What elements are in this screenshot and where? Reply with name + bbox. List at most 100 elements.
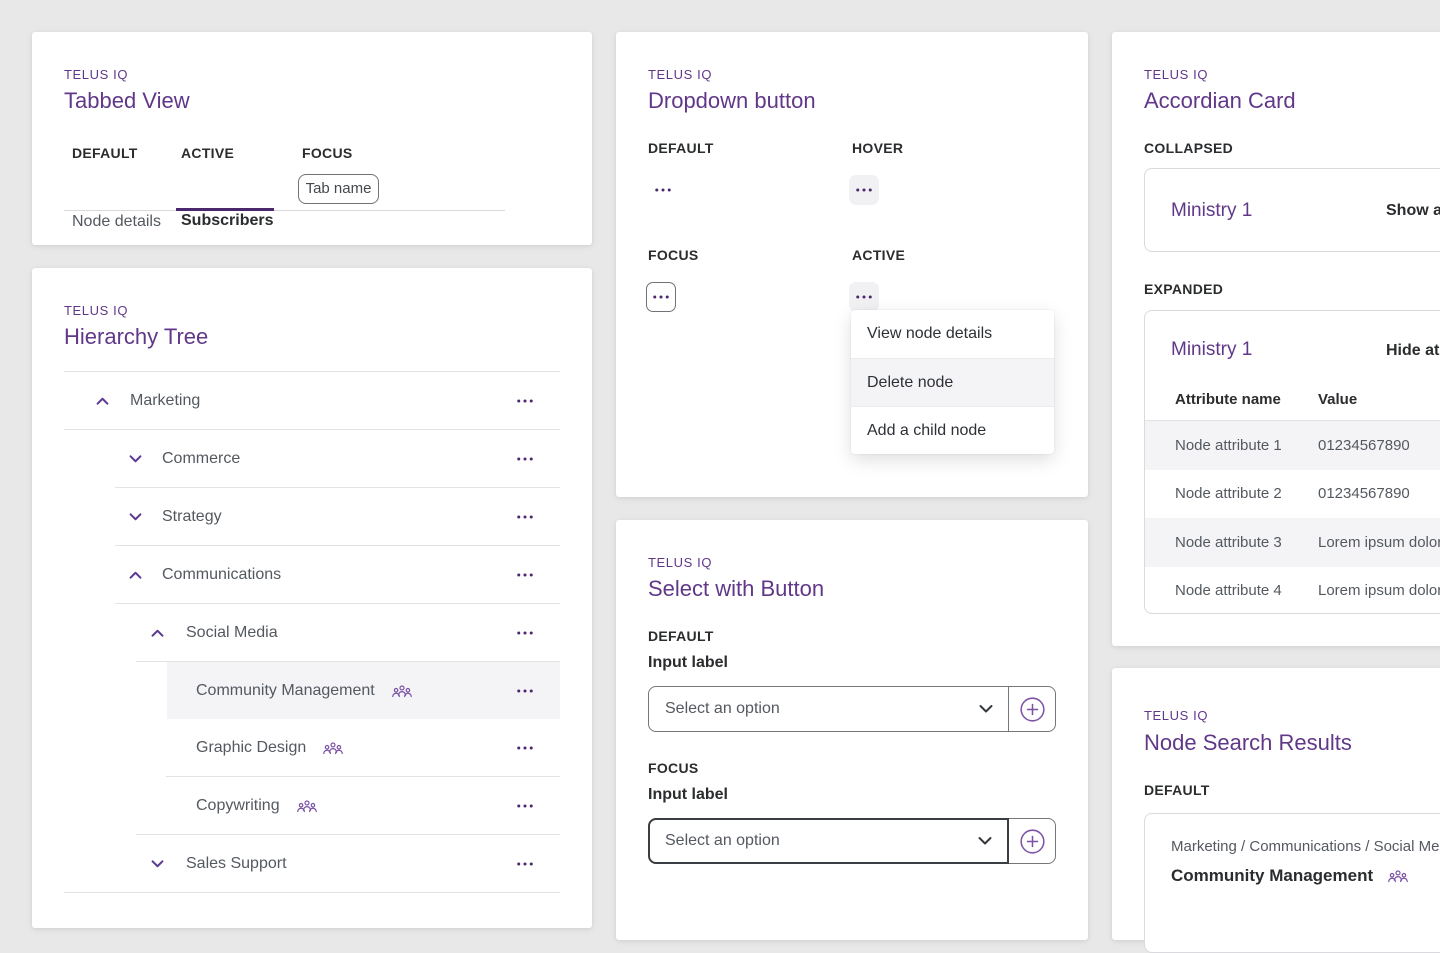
select-placeholder: Select an option xyxy=(665,700,780,718)
table-row: Node attribute 1 01234567890 xyxy=(1145,421,1440,470)
chevron-up-icon[interactable] xyxy=(95,396,110,405)
menu-item-delete-node[interactable]: Delete node xyxy=(851,358,1054,406)
card-hierarchy-tree: TELUS IQ Hierarchy Tree Marketing Commer… xyxy=(32,268,592,928)
state-label-default: DEFAULT xyxy=(648,140,714,156)
attribute-name-cell: Node attribute 4 xyxy=(1175,582,1282,599)
brand-eyebrow: TELUS IQ xyxy=(1144,708,1208,723)
accordion-collapsed: Ministry 1 Show a xyxy=(1144,168,1440,252)
select-input-focused[interactable]: Select an option xyxy=(648,818,1009,864)
tree-node-label: Copywriting xyxy=(196,797,280,815)
meatball-menu-icon[interactable] xyxy=(517,804,533,808)
attribute-name-cell: Node attribute 3 xyxy=(1175,534,1282,551)
attribute-table: Node attribute 1 01234567890 Node attrib… xyxy=(1145,421,1440,615)
tree-node-label: Communications xyxy=(162,566,281,584)
attribute-value-cell: 01234567890 xyxy=(1318,485,1410,502)
state-label-hover: HOVER xyxy=(852,140,903,156)
tree-node-strategy[interactable]: Strategy xyxy=(64,488,560,545)
tree-node-copywriting[interactable]: Copywriting xyxy=(64,777,560,834)
tabs-baseline-divider xyxy=(64,210,505,211)
tree-node-label: Graphic Design xyxy=(196,739,306,757)
search-result-item[interactable]: Marketing / Communications / Social Me C… xyxy=(1144,813,1440,953)
tree-node-sales-support[interactable]: Sales Support xyxy=(64,835,560,892)
meatball-menu-button-active[interactable] xyxy=(849,282,879,312)
active-tab-underline xyxy=(176,208,274,211)
meatball-menu-button-focus[interactable] xyxy=(646,282,676,312)
menu-item-view-node-details[interactable]: View node details xyxy=(851,310,1054,358)
chevron-down-icon[interactable] xyxy=(150,859,165,868)
meatball-menu-icon[interactable] xyxy=(517,746,533,750)
people-group-icon xyxy=(391,684,413,698)
meatball-menu-button-default[interactable] xyxy=(648,175,678,205)
breadcrumb: Marketing / Communications / Social Me xyxy=(1171,838,1439,855)
card-title: Select with Button xyxy=(648,576,824,602)
chevron-up-icon[interactable] xyxy=(150,628,165,637)
input-label: Input label xyxy=(648,786,728,804)
state-label-collapsed: COLLAPSED xyxy=(1144,140,1233,156)
tree-node-label: Sales Support xyxy=(186,855,287,873)
accordion-title: Ministry 1 xyxy=(1171,339,1252,361)
tree-node-communications[interactable]: Communications xyxy=(64,546,560,603)
brand-eyebrow: TELUS IQ xyxy=(64,67,128,82)
tree-node-label: Marketing xyxy=(130,392,200,410)
state-label-default: DEFAULT xyxy=(1144,782,1210,798)
brand-eyebrow: TELUS IQ xyxy=(1144,67,1208,82)
meatball-menu-icon[interactable] xyxy=(517,399,533,403)
meatball-menu-icon[interactable] xyxy=(517,689,533,693)
add-button[interactable] xyxy=(1008,818,1056,864)
plus-circle-icon xyxy=(1018,827,1047,856)
card-select-with-button: TELUS IQ Select with Button DEFAULT Inpu… xyxy=(616,520,1088,940)
state-label-default: DEFAULT xyxy=(648,628,714,644)
attribute-value-cell: Lorem ipsum dolor xyxy=(1318,534,1440,551)
meatball-menu-button-hover[interactable] xyxy=(849,175,879,205)
meatball-menu-icon[interactable] xyxy=(517,573,533,577)
attribute-value-cell: Lorem ipsum dolor xyxy=(1318,582,1440,599)
tab-subscribers-active[interactable]: Subscribers xyxy=(181,212,273,230)
show-attributes-toggle[interactable]: Show a xyxy=(1386,202,1440,220)
select-with-button-focus: Select an option xyxy=(648,818,1056,864)
people-group-icon xyxy=(322,741,344,755)
tree-node-marketing[interactable]: Marketing xyxy=(64,372,560,429)
tab-focused[interactable]: Tab name xyxy=(298,174,379,204)
dropdown-menu: View node details Delete node Add a chil… xyxy=(851,310,1054,454)
chevron-down-icon[interactable] xyxy=(128,454,143,463)
hierarchy-tree: Marketing Commerce Strategy Communicatio… xyxy=(64,371,560,893)
state-label-focus: FOCUS xyxy=(648,247,699,263)
brand-eyebrow: TELUS IQ xyxy=(648,67,712,82)
menu-item-add-child-node[interactable]: Add a child node xyxy=(851,406,1054,454)
chevron-up-icon[interactable] xyxy=(128,570,143,579)
search-result-title-row: Community Management xyxy=(1171,866,1409,886)
tree-node-commerce[interactable]: Commerce xyxy=(64,430,560,487)
state-label-focus: FOCUS xyxy=(648,760,699,776)
table-row: Node attribute 4 Lorem ipsum dolor xyxy=(1145,567,1440,616)
people-group-icon xyxy=(296,799,318,813)
people-group-icon xyxy=(1387,869,1409,883)
select-with-button-default: Select an option xyxy=(648,686,1056,732)
chevron-down-icon[interactable] xyxy=(128,512,143,521)
hide-attributes-toggle[interactable]: Hide at xyxy=(1386,342,1439,360)
table-header-attribute-name: Attribute name xyxy=(1175,391,1281,408)
meatball-menu-icon[interactable] xyxy=(517,515,533,519)
table-row: Node attribute 3 Lorem ipsum dolor xyxy=(1145,518,1440,567)
add-button[interactable] xyxy=(1008,686,1056,732)
search-result-title: Community Management xyxy=(1171,866,1373,886)
tab-node-details[interactable]: Node details xyxy=(72,213,161,231)
attribute-name-cell: Node attribute 1 xyxy=(1175,437,1282,454)
meatball-menu-icon[interactable] xyxy=(517,862,533,866)
meatball-menu-icon[interactable] xyxy=(517,457,533,461)
tree-node-graphic-design[interactable]: Graphic Design xyxy=(64,719,560,776)
select-placeholder: Select an option xyxy=(665,832,780,850)
card-title: Accordian Card xyxy=(1144,88,1296,114)
attribute-name-cell: Node attribute 2 xyxy=(1175,485,1282,502)
brand-eyebrow: TELUS IQ xyxy=(64,303,128,318)
state-label-focus: FOCUS xyxy=(302,145,353,161)
select-input[interactable]: Select an option xyxy=(648,686,1009,732)
card-title: Dropdown button xyxy=(648,88,816,114)
meatball-menu-icon[interactable] xyxy=(517,631,533,635)
plus-circle-icon xyxy=(1018,695,1047,724)
chevron-down-icon xyxy=(978,837,992,846)
tree-node-social-media[interactable]: Social Media xyxy=(64,604,560,661)
card-dropdown-button: TELUS IQ Dropdown button DEFAULT HOVER F… xyxy=(616,32,1088,497)
card-tabbed-view: TELUS IQ Tabbed View DEFAULT ACTIVE FOCU… xyxy=(32,32,592,245)
tree-node-community-management-selected[interactable]: Community Management xyxy=(64,662,560,719)
state-label-default: DEFAULT xyxy=(72,145,138,161)
